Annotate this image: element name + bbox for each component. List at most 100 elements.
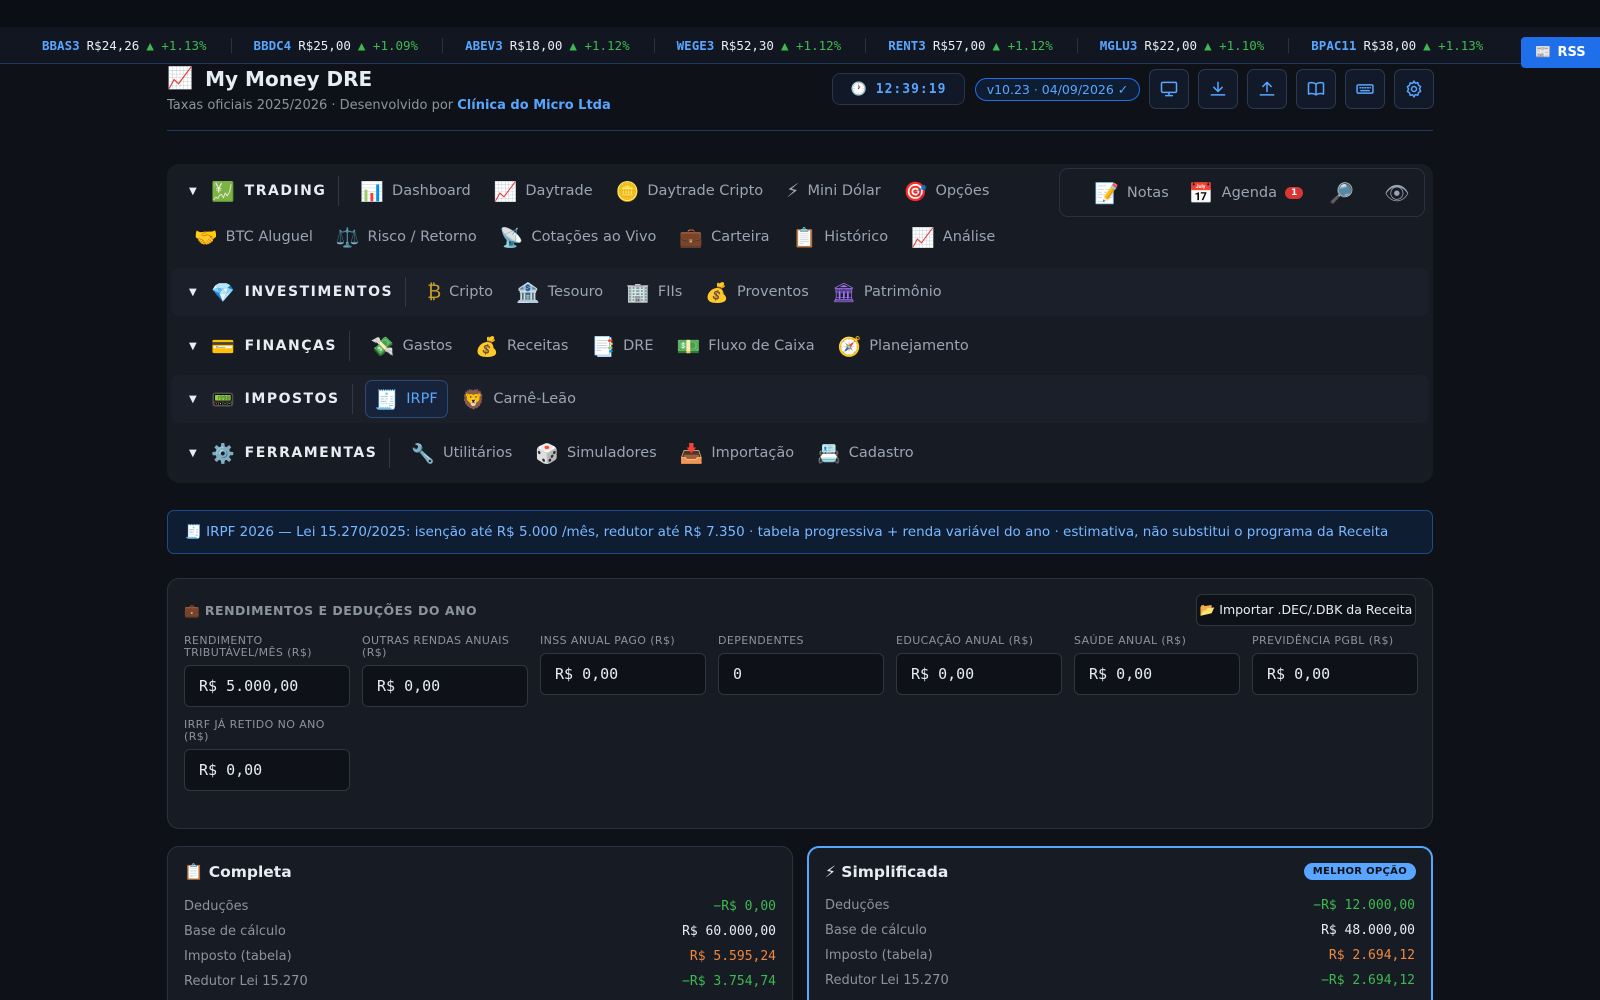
handshake-icon: 🤝	[194, 226, 218, 249]
ticker-item[interactable]: BBAS3 R$24,26 ▲ +1.13%	[0, 38, 231, 53]
ticker-change: ▲ +1.10%	[1204, 37, 1265, 53]
nav-carne-leao[interactable]: 🦁 Carnê-Leão	[453, 380, 585, 418]
divider	[351, 384, 353, 414]
download-button[interactable]	[1198, 69, 1238, 109]
ticker-symbol: MGLU3	[1099, 37, 1138, 53]
developer-link[interactable]: Clínica do Micro Ltda	[457, 98, 610, 113]
nav-fiis[interactable]: 🏢 FIIs	[617, 273, 691, 311]
nav-label: Carteira	[711, 229, 770, 245]
nav-daytrade-cripto[interactable]: 🪙 Daytrade Cripto	[607, 172, 772, 210]
nav-carteira[interactable]: 💼 Carteira	[670, 218, 778, 256]
nav-receitas[interactable]: 💰 Receitas	[466, 327, 577, 365]
ticker-price: R$57,00	[932, 37, 986, 53]
nav-analise[interactable]: 📈 Análise	[902, 218, 1004, 256]
inss-input[interactable]	[540, 653, 706, 695]
nav-daytrade[interactable]: 📈 Daytrade	[485, 172, 602, 210]
visibility-toggle[interactable]: 👁	[1384, 181, 1409, 205]
nav-fluxo-caixa[interactable]: 💵 Fluxo de Caixa	[668, 327, 824, 365]
nav-patrimonio[interactable]: 🏛 Patrimônio	[823, 273, 951, 311]
nav-risco-retorno[interactable]: ⚖️ Risco / Retorno	[327, 218, 486, 256]
nav-opcoes[interactable]: 🎯 Opções	[895, 172, 999, 210]
category-financas[interactable]: ▼ 💳 FINANÇAS	[171, 322, 337, 370]
ticker-item[interactable]: WEGE3 R$52,30 ▲ +1.12%	[653, 37, 866, 53]
clock-time: 12:39:19	[875, 81, 947, 97]
scale-icon: ⚖️	[335, 226, 360, 249]
row-label: Deduções	[184, 899, 249, 914]
settings-button[interactable]	[1394, 69, 1434, 109]
upload-icon	[1259, 81, 1275, 96]
nav-cadastro[interactable]: 📇 Cadastro	[808, 434, 923, 472]
dice-icon: 🎲	[535, 442, 560, 465]
nav-historico[interactable]: 📋 Histórico	[784, 218, 898, 256]
ticker-item[interactable]: BBDC4 R$25,00 ▲ +1.09%	[230, 37, 443, 53]
ticker-item[interactable]: ABEV3 R$18,00 ▲ +1.12%	[442, 37, 654, 53]
nav-cotacoes[interactable]: 📡 Cotações ao Vivo	[491, 218, 666, 256]
chevron-down-icon: ▼	[189, 447, 197, 459]
ticker-change: ▲ +1.13%	[1423, 37, 1484, 53]
ticker-price: R$38,00	[1363, 37, 1417, 53]
wrench-icon: 🔧	[411, 442, 435, 465]
banknote-icon: 💵	[676, 335, 701, 358]
nav-simuladores[interactable]: 🎲 Simuladores	[526, 434, 665, 472]
educacao-input[interactable]	[896, 653, 1062, 695]
monitor-button[interactable]	[1149, 69, 1189, 109]
nav-mini-dolar[interactable]: ⚡ Mini Dólar	[777, 172, 890, 210]
ticker-item[interactable]: MGLU3 R$22,00 ▲ +1.10%	[1076, 37, 1289, 53]
card-index-icon: 📇	[817, 442, 841, 465]
row-label: Imposto (tabela)	[825, 948, 933, 963]
nav-planejamento[interactable]: 🧭 Planejamento	[829, 327, 978, 365]
monitor-icon	[1160, 81, 1178, 97]
dependentes-input[interactable]	[718, 653, 884, 695]
nav-label: Planejamento	[869, 338, 969, 354]
row-value: −R$ 12.000,00	[1313, 898, 1415, 913]
rendimento-tributavel-input[interactable]	[184, 665, 350, 707]
row-label: Base de cálculo	[184, 924, 286, 939]
saude-input[interactable]	[1074, 653, 1240, 695]
divider	[389, 438, 391, 468]
nav-dre[interactable]: 📑 DRE	[582, 327, 662, 365]
nav-importacao[interactable]: 📥 Importação	[671, 434, 803, 472]
previdencia-input[interactable]	[1252, 653, 1418, 695]
briefcase-icon: 💼	[679, 226, 704, 249]
field-label: RENDIMENTO TRIBUTÁVEL/MÊS (R$)	[184, 634, 312, 659]
manual-button[interactable]	[1296, 69, 1336, 109]
ticker-price: R$25,00	[298, 37, 351, 53]
row-value: −R$ 3.754,74	[682, 974, 776, 989]
category-trading[interactable]: ▼ 💹 TRADING	[171, 169, 326, 213]
nav-proventos[interactable]: 💰 Proventos	[696, 273, 817, 311]
category-investimentos[interactable]: ▼ 💎 INVESTIMENTOS	[171, 268, 393, 316]
ticker-item[interactable]: BPAC11 R$38,00 ▲ +1.13%	[1288, 37, 1507, 53]
row-value: R$ 2.694,12	[1328, 948, 1415, 963]
rss-button[interactable]: 📰 RSS	[1521, 37, 1600, 68]
nav-gastos[interactable]: 💸 Gastos	[362, 327, 461, 365]
row-value: −R$ 0,00	[713, 899, 776, 914]
field-saude: SAÚDE ANUAL (R$)	[1074, 635, 1240, 695]
chart-up-icon: 📈	[911, 226, 935, 249]
import-dec-button[interactable]: 📂 Importar .DEC/.DBK da Receita	[1196, 594, 1416, 626]
field-rendimento-tributavel: RENDIMENTO TRIBUTÁVEL/MÊS (R$)	[184, 635, 350, 707]
nav-dashboard[interactable]: 📊 Dashboard	[351, 172, 479, 210]
ticker-item[interactable]: RENT3 R$57,00 ▲ +1.12%	[865, 37, 1077, 53]
nav-group-impostos: ▼ 📟 IMPOSTOS 🧾 IRPF 🦁 Carnê-Leão	[171, 375, 1429, 423]
nav-cripto[interactable]: ₿ Cripto	[418, 273, 502, 311]
ticker-symbol: ABEV3	[465, 37, 503, 53]
gem-icon: 💎	[211, 281, 235, 304]
version-badge[interactable]: v10.23 · 04/09/2026 ✓	[975, 78, 1140, 101]
divider	[405, 277, 407, 307]
nav-tesouro[interactable]: 🏦 Tesouro	[507, 273, 612, 311]
nav-btc-aluguel[interactable]: 🤝 BTC Aluguel	[185, 218, 322, 256]
nav-utilitarios[interactable]: 🔧 Utilitários	[402, 434, 521, 472]
category-ferramentas[interactable]: ▼ ⚙️ FERRAMENTAS	[171, 429, 377, 477]
category-label: INVESTIMENTOS	[244, 284, 394, 300]
category-impostos[interactable]: ▼ 📟 IMPOSTOS	[171, 375, 340, 423]
notas-button[interactable]: 📝 Notas	[1094, 181, 1169, 205]
irrf-input[interactable]	[184, 749, 350, 791]
shortcuts-button[interactable]	[1345, 69, 1385, 109]
ticker-symbol: BBDC4	[253, 37, 292, 53]
row-value: R$ 48.000,00	[1321, 923, 1415, 938]
upload-button[interactable]	[1247, 69, 1287, 109]
nav-irpf[interactable]: 🧾 IRPF	[364, 380, 448, 418]
agenda-button[interactable]: 📅 Agenda 1	[1189, 181, 1304, 205]
outras-rendas-input[interactable]	[362, 665, 528, 707]
search-button[interactable]: 🔎	[1329, 181, 1354, 205]
